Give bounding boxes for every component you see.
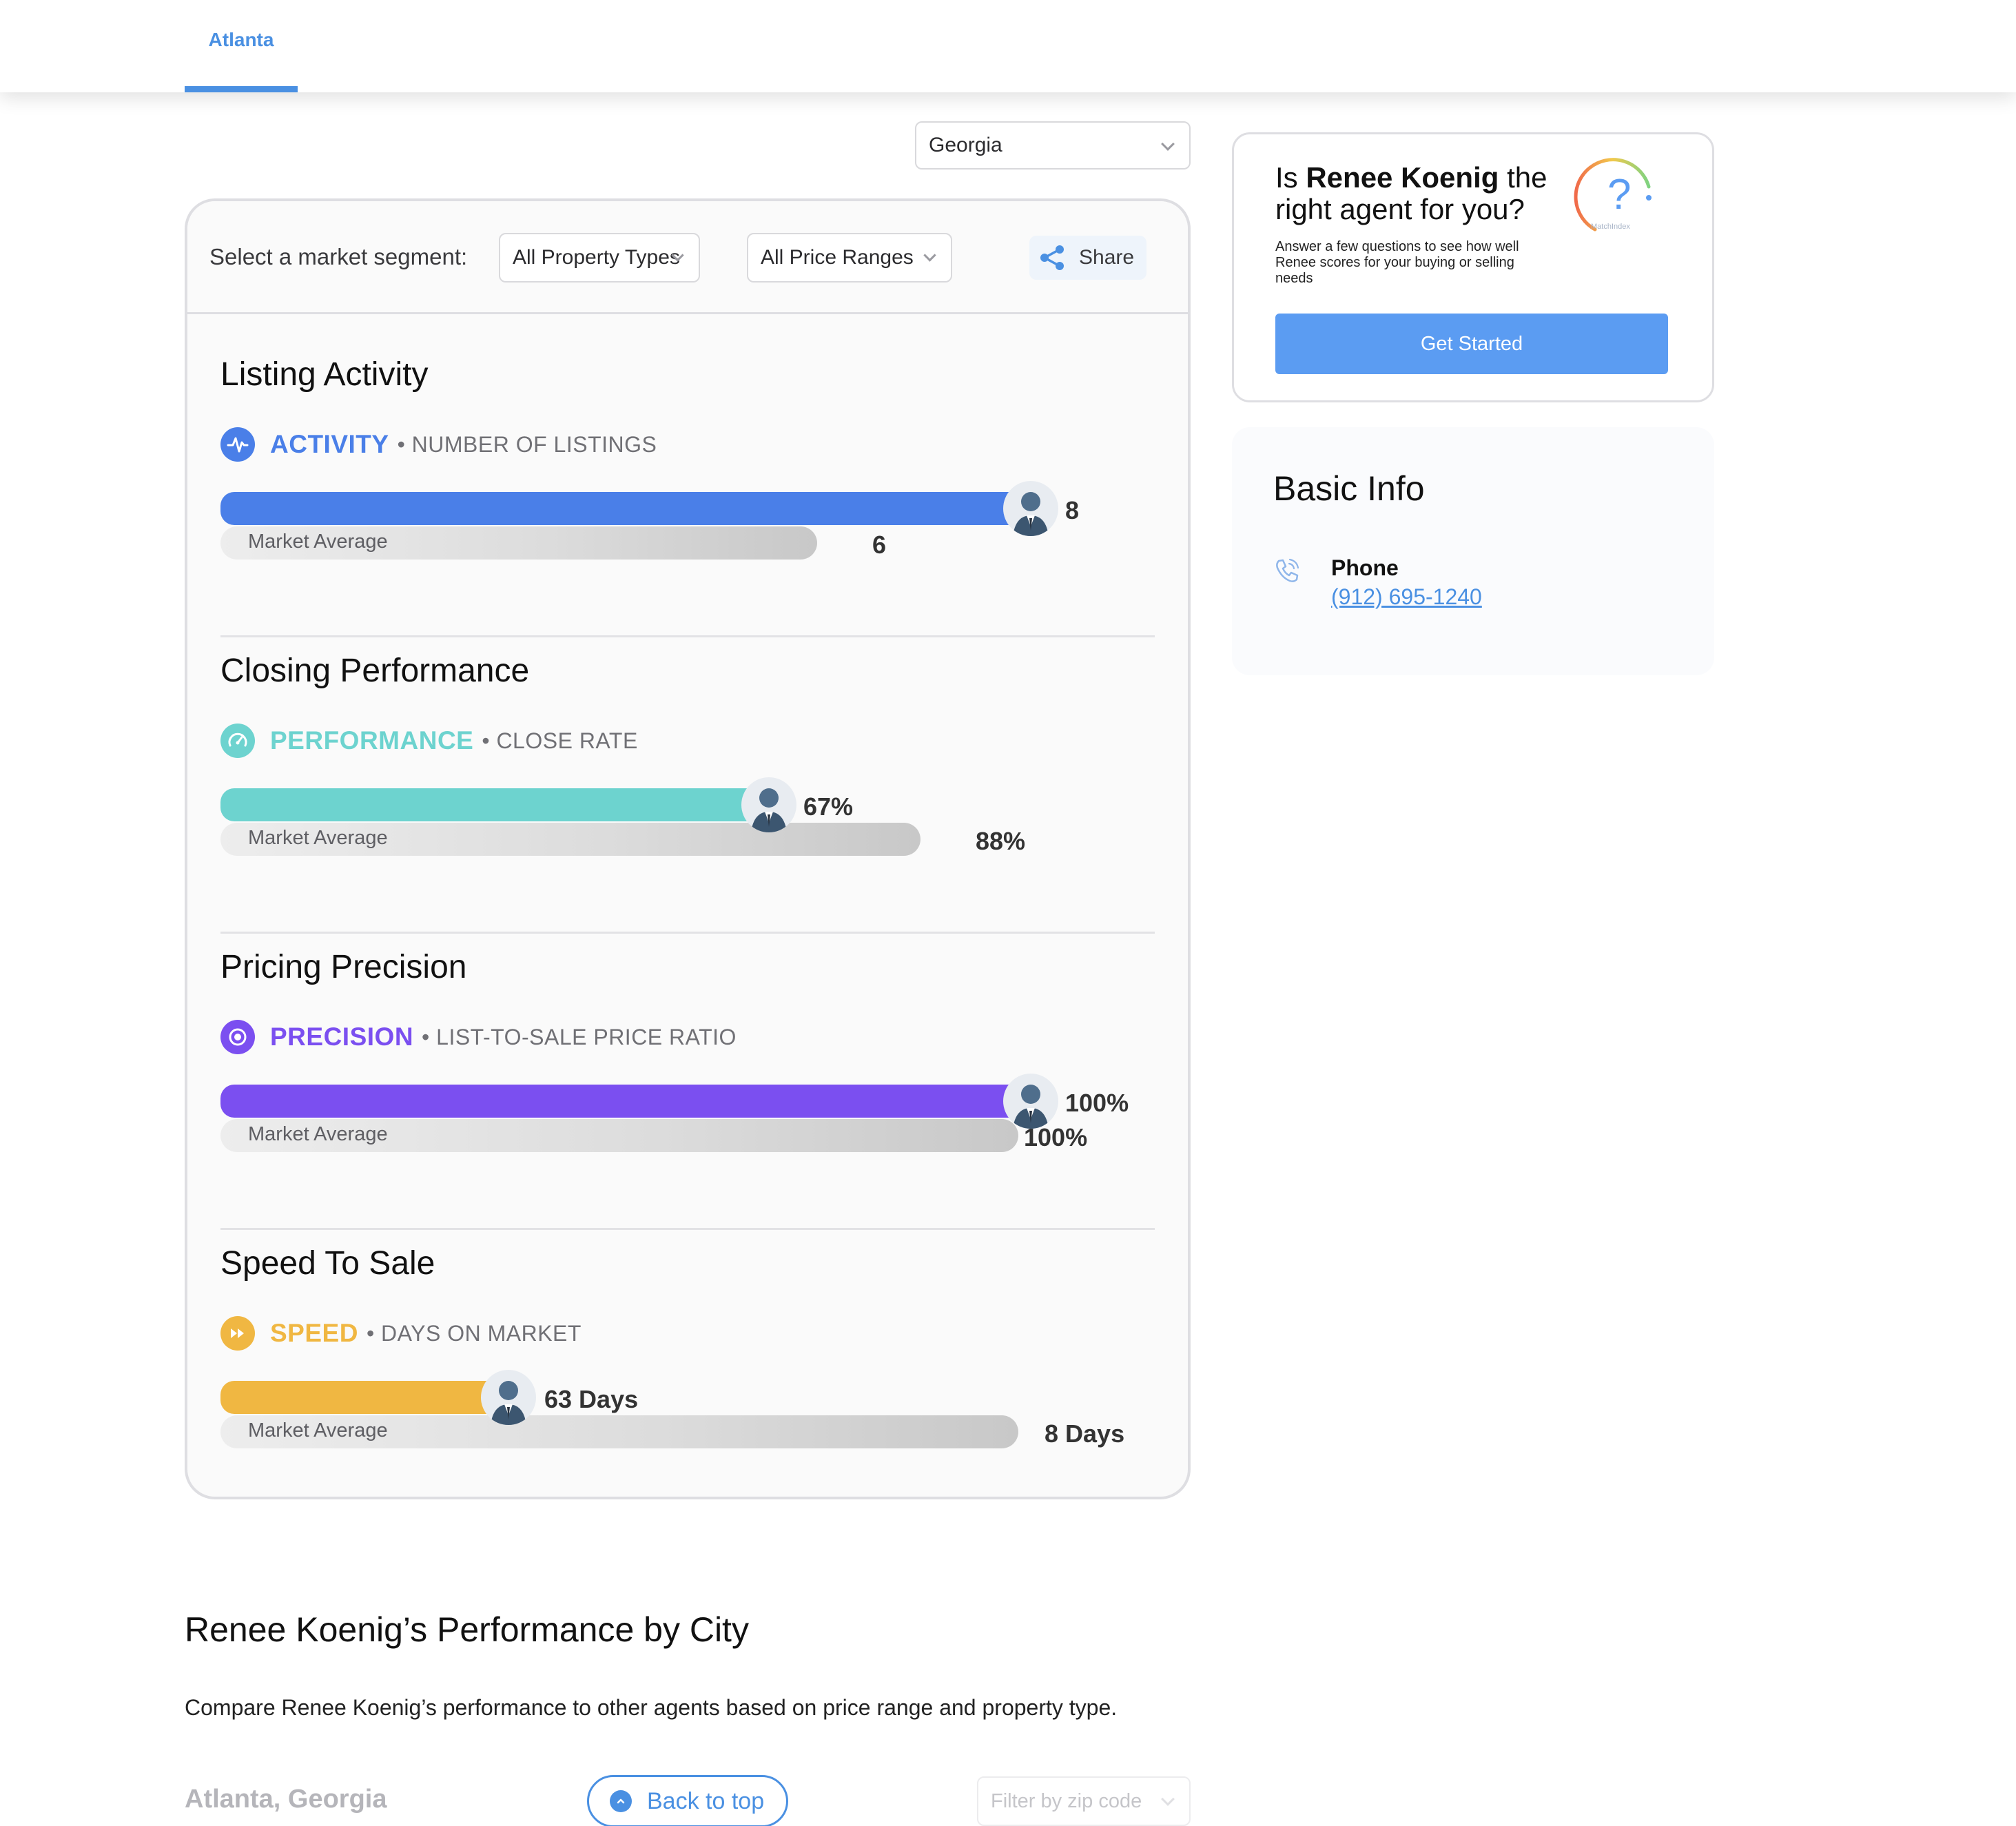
- city-name: Atlanta, Georgia: [185, 1785, 387, 1814]
- match-description: Answer a few questions to see how well R…: [1275, 239, 1519, 286]
- match-title: Is Renee Koenig the right agent for you?: [1275, 162, 1565, 225]
- share-button[interactable]: Share: [1029, 236, 1146, 280]
- gauge-label: MatchIndex: [1591, 223, 1630, 231]
- market-average-bar: Market Average: [220, 1119, 1018, 1152]
- speedometer-icon: [220, 724, 255, 758]
- market-average-bar: Market Average: [220, 526, 817, 560]
- market-value: 88%: [976, 827, 1026, 855]
- section-listing-activity: Listing Activity ACTIVITY • NUMBER OF LI…: [220, 353, 1158, 642]
- zip-filter-select[interactable]: Filter by zip code: [977, 1776, 1191, 1826]
- activity-pulse-icon: [220, 427, 255, 462]
- market-average-label: Market Average: [248, 827, 388, 849]
- chevron-down-icon: [923, 249, 936, 262]
- metric-name: PRECISION: [270, 1023, 414, 1051]
- price-range-select[interactable]: All Price Ranges: [747, 233, 952, 283]
- agent-bar: [220, 492, 1018, 525]
- segment-header: Select a market segment: All Property Ty…: [187, 201, 1188, 314]
- metric-name: ACTIVITY: [270, 430, 389, 458]
- chevron-up-icon: [610, 1790, 632, 1812]
- basic-info-card: Basic Info Phone (912) 695-1240: [1232, 427, 1714, 675]
- metric-row: ACTIVITY • NUMBER OF LISTINGS: [220, 427, 657, 462]
- agent-bar: [220, 1381, 496, 1414]
- target-icon: [220, 1020, 255, 1054]
- share-label: Share: [1079, 246, 1135, 269]
- agent-avatar: [741, 777, 796, 832]
- city-performance-description: Compare Renee Koenig’s performance to ot…: [185, 1695, 1118, 1720]
- phone-link[interactable]: (912) 695-1240: [1331, 584, 1482, 610]
- section-title: Closing Performance: [220, 653, 530, 689]
- section-closing-performance: Closing Performance PERFORMANCE • CLOSE …: [220, 649, 1158, 938]
- chevron-down-icon: [1161, 137, 1175, 151]
- chevron-down-icon: [1161, 1792, 1175, 1806]
- metric-row: PRECISION • LIST-TO-SALE PRICE RATIO: [220, 1020, 737, 1054]
- section-pricing-precision: Pricing Precision PRECISION • LIST-TO-SA…: [220, 945, 1158, 1235]
- metric-subtitle: • LIST-TO-SALE PRICE RATIO: [422, 1024, 737, 1049]
- back-to-top-button[interactable]: Back to top: [587, 1775, 788, 1826]
- market-average-label: Market Average: [248, 1123, 388, 1145]
- market-stats-card: Select a market segment: All Property Ty…: [185, 198, 1191, 1499]
- metric-name: PERFORMANCE: [270, 726, 474, 755]
- segment-label: Select a market segment:: [209, 244, 468, 269]
- zip-filter-placeholder: Filter by zip code: [991, 1789, 1142, 1812]
- agent-bar: [220, 788, 757, 821]
- property-type-select[interactable]: All Property Types: [499, 233, 700, 283]
- section-divider: [220, 932, 1155, 934]
- section-title: Pricing Precision: [220, 949, 467, 985]
- agent-avatar: [1003, 1074, 1058, 1129]
- city-performance-title: Renee Koenig’s Performance by City: [185, 1610, 749, 1649]
- agent-value: 67%: [803, 792, 854, 821]
- agent-avatar: [1003, 481, 1058, 536]
- price-range-value: All Price Ranges: [761, 246, 914, 269]
- back-to-top-label: Back to top: [647, 1787, 765, 1814]
- get-started-button[interactable]: Get Started: [1275, 314, 1668, 374]
- market-average-label: Market Average: [248, 1419, 388, 1442]
- metric-subtitle: • DAYS ON MARKET: [366, 1320, 582, 1346]
- metric-name: SPEED: [270, 1319, 358, 1347]
- metric-row: SPEED • DAYS ON MARKET: [220, 1316, 582, 1351]
- agent-bar: [220, 1085, 1018, 1118]
- metric-subtitle: • CLOSE RATE: [482, 728, 638, 753]
- market-average-bar: Market Average: [220, 1415, 1018, 1448]
- agent-value: 63 Days: [544, 1385, 639, 1413]
- section-divider: [220, 1228, 1155, 1230]
- state-select-value: Georgia: [929, 134, 1002, 156]
- market-average-bar: Market Average: [220, 823, 920, 856]
- section-divider: [220, 635, 1155, 637]
- phone-label: Phone: [1331, 555, 1399, 580]
- match-title-prefix: Is: [1275, 161, 1306, 194]
- svg-text:?: ?: [1607, 171, 1631, 218]
- agent-value: 8: [1065, 496, 1080, 524]
- metric-subtitle: • NUMBER OF LISTINGS: [397, 431, 657, 457]
- phone-icon: [1276, 558, 1299, 582]
- fast-forward-icon: [220, 1316, 255, 1351]
- agent-name: Renee Koenig: [1306, 161, 1499, 194]
- section-speed-to-sale: Speed To Sale SPEED • DAYS ON MARKET Mar…: [220, 1242, 1158, 1490]
- property-type-value: All Property Types: [513, 246, 680, 269]
- tab-atlanta[interactable]: Atlanta: [185, 0, 298, 92]
- market-value: 6: [872, 531, 887, 559]
- market-value: 8 Days: [1045, 1419, 1125, 1448]
- tab-label: Atlanta: [208, 29, 274, 50]
- top-tab-bar: Atlanta: [0, 0, 2016, 92]
- section-title: Speed To Sale: [220, 1245, 435, 1282]
- metric-row: PERFORMANCE • CLOSE RATE: [220, 724, 638, 758]
- section-title: Listing Activity: [220, 356, 429, 393]
- market-average-label: Market Average: [248, 531, 388, 553]
- match-index-card: Is Renee Koenig the right agent for you?…: [1232, 132, 1714, 402]
- market-value: 100%: [1024, 1123, 1088, 1151]
- state-select[interactable]: Georgia: [915, 121, 1191, 170]
- agent-avatar: [481, 1370, 536, 1425]
- agent-value: 100%: [1065, 1089, 1129, 1117]
- basic-info-title: Basic Info: [1273, 469, 1425, 508]
- share-icon: [1040, 245, 1064, 270]
